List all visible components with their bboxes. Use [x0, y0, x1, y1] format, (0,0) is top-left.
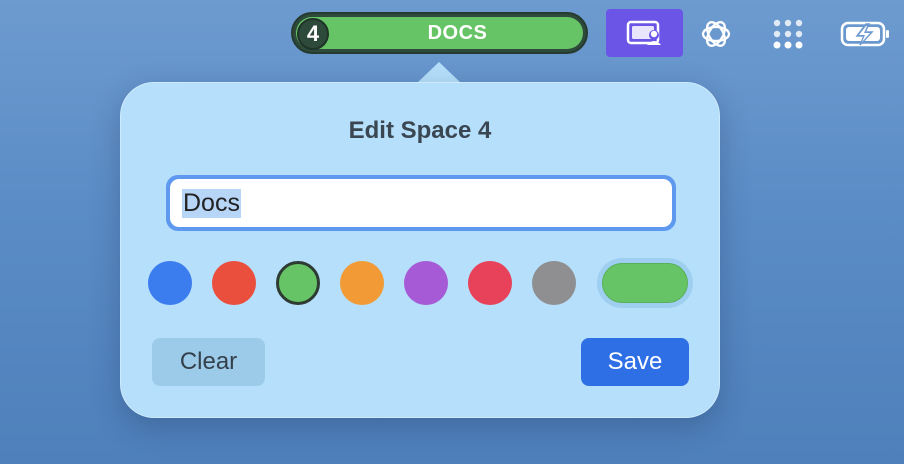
- save-button[interactable]: Save: [581, 338, 689, 386]
- space-name-input-focus-ring: Docs: [166, 175, 676, 231]
- popover-title: Edit Space 4: [348, 117, 492, 144]
- space-name-input-value: Docs: [182, 188, 241, 218]
- edit-space-popover: Edit Space 4 Docs Clear Save: [120, 82, 720, 418]
- grid-dots-icon[interactable]: [766, 12, 810, 56]
- popover-arrow: [417, 62, 461, 83]
- color-swatch-pink[interactable]: [468, 261, 512, 305]
- space-number-badge: 4: [297, 18, 329, 50]
- color-swatch-orange[interactable]: [340, 261, 384, 305]
- color-swatch-blue[interactable]: [148, 261, 192, 305]
- space-name-label: DOCS: [427, 21, 488, 44]
- color-swatch-green[interactable]: [276, 261, 320, 305]
- color-swatch-red[interactable]: [212, 261, 256, 305]
- battery-charging-icon[interactable]: [838, 14, 894, 54]
- color-preview-fill: [602, 263, 688, 303]
- color-swatch-gray[interactable]: [532, 261, 576, 305]
- openai-icon[interactable]: [694, 12, 738, 56]
- space-pill-fill: 4 DOCS: [296, 17, 583, 50]
- space-name-input[interactable]: Docs: [170, 179, 672, 227]
- clear-button[interactable]: Clear: [152, 338, 265, 386]
- color-preview-pill[interactable]: [597, 258, 693, 308]
- screen-share-icon[interactable]: [606, 9, 683, 57]
- color-swatch-purple[interactable]: [404, 261, 448, 305]
- space-indicator-pill[interactable]: 4 DOCS: [291, 12, 588, 54]
